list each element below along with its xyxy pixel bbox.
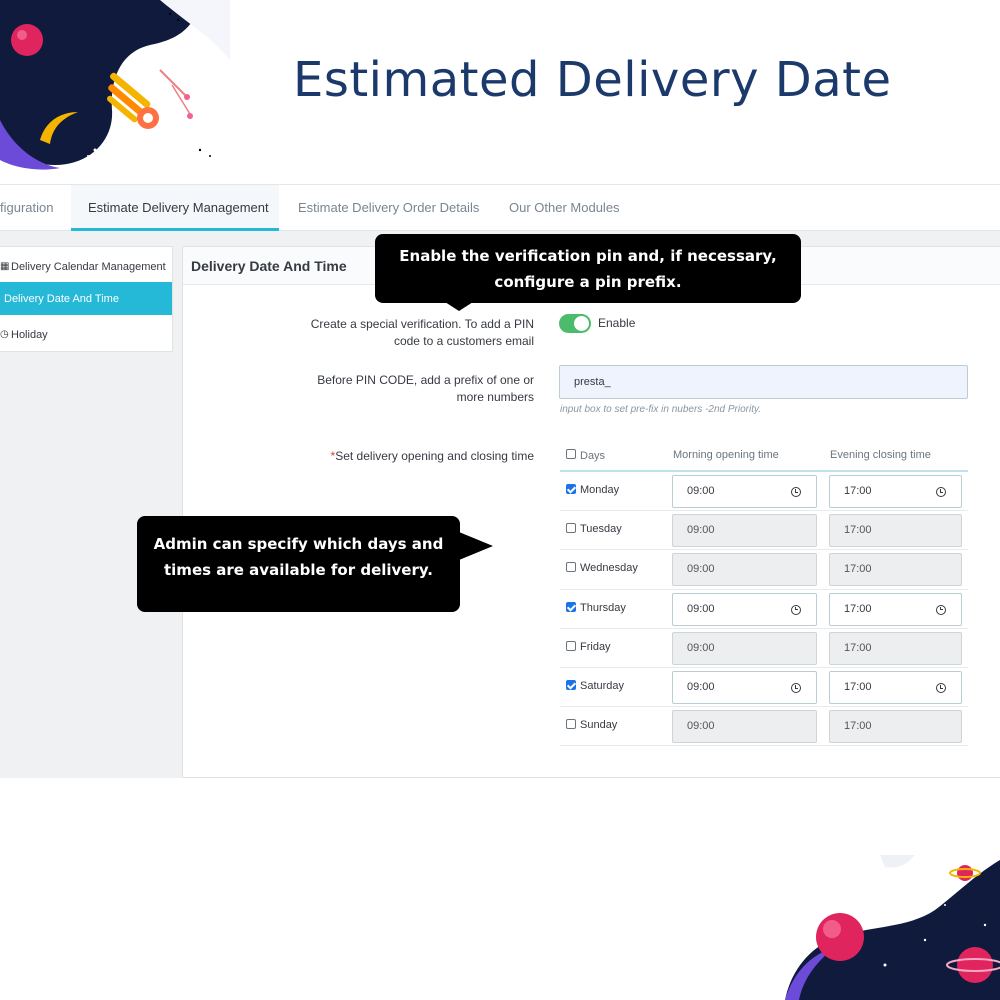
row-divider [560, 510, 968, 512]
time-value: 09:00 [687, 681, 715, 693]
header-divider [560, 470, 968, 472]
clock-icon: ◷ [0, 329, 9, 340]
row-divider [560, 549, 968, 551]
calendar-icon: ▦ [0, 261, 10, 272]
clock-icon[interactable] [791, 683, 801, 693]
evening-time-input-saturday[interactable]: 17:00 [829, 671, 962, 704]
verification-toggle[interactable] [559, 314, 591, 333]
space-illustration-bottom [785, 855, 1000, 1000]
evening-time-input-wednesday[interactable]: 17:00 [829, 553, 962, 587]
menu-item-holiday[interactable]: ◷ Holiday [0, 318, 172, 351]
morning-time-input-friday[interactable]: 09:00 [672, 631, 817, 665]
panel-title: Delivery Date And Time [191, 258, 347, 274]
clock-icon[interactable] [936, 604, 946, 615]
day-label: Friday [580, 640, 611, 653]
day-checkbox-thursday[interactable] [566, 601, 576, 612]
clock-icon[interactable] [936, 487, 946, 497]
time-value: 17:00 [844, 720, 872, 733]
day-checkbox-saturday[interactable] [566, 680, 576, 690]
morning-time-input-wednesday[interactable]: 09:00 [672, 553, 817, 587]
page-title: Estimated Delivery Date [293, 52, 892, 108]
day-label: Saturday [580, 680, 625, 692]
prefix-label-line1: Before PIN CODE, add a prefix of one or [317, 373, 534, 387]
time-value: 17:00 [844, 681, 872, 693]
days-callout: Admin can specify which days and times a… [137, 516, 460, 612]
toggle-label: Enable [598, 316, 636, 330]
evening-time-input-tuesday[interactable]: 17:00 [829, 514, 962, 548]
evening-time-input-friday[interactable]: 17:00 [829, 631, 962, 665]
pin-callout: Enable the verification pin and, if nece… [375, 234, 801, 303]
pin-callout-line1: Enable the verification pin and, if nece… [399, 247, 777, 265]
days-callout-tail [459, 532, 493, 560]
tab-estimate-delivery-order-details[interactable]: Estimate Delivery Order Details [298, 185, 479, 231]
menu-item-label: Delivery Calendar Management [11, 260, 166, 273]
clock-icon[interactable] [936, 683, 946, 693]
prefix-label: Before PIN CODE, add a prefix of one or … [240, 372, 534, 406]
time-value: 09:00 [687, 485, 715, 497]
verification-label-line2: code to a customers email [393, 334, 534, 348]
evening-time-input-monday[interactable]: 17:00 [829, 475, 962, 508]
verification-label-line1: Create a special verification. To add a … [310, 317, 534, 331]
tab-configuration[interactable]: figuration [0, 185, 70, 231]
verification-label: Create a special verification. To add a … [240, 316, 534, 350]
tab-our-other-modules[interactable]: Our Other Modules [509, 185, 620, 231]
row-divider [560, 667, 968, 668]
column-header-morning: Morning opening time [673, 449, 779, 461]
pin-prefix-input[interactable] [559, 365, 968, 399]
morning-time-input-saturday[interactable]: 09:00 [672, 671, 817, 704]
day-label: Thursday [580, 601, 626, 614]
time-value: 09:00 [687, 563, 715, 576]
day-checkbox-tuesday[interactable] [566, 523, 576, 534]
time-value: 09:00 [687, 720, 715, 733]
day-label: Tuesday [580, 523, 622, 536]
time-value: 17:00 [844, 524, 872, 537]
day-checkbox-wednesday[interactable] [566, 562, 576, 573]
time-value: 17:00 [844, 485, 872, 497]
column-header-days: Days [580, 450, 606, 462]
time-value: 17:00 [844, 641, 872, 654]
pin-callout-tail [445, 302, 473, 311]
day-checkbox-monday[interactable] [566, 484, 576, 494]
day-checkbox-friday[interactable] [566, 640, 576, 651]
pin-callout-line2: configure a pin prefix. [494, 273, 682, 291]
menu-item-label: Holiday [11, 328, 48, 341]
menu-item-label: Delivery Date And Time [4, 292, 119, 305]
time-value: 09:00 [687, 602, 715, 615]
day-label: Wednesday [580, 562, 638, 575]
morning-time-input-thursday[interactable]: 09:00 [672, 592, 817, 626]
menu-item-delivery-calendar-management[interactable]: ▦ Delivery Calendar Management [0, 250, 172, 283]
prefix-help-text: input box to set pre-fix in nubers -2nd … [560, 404, 762, 415]
morning-time-input-tuesday[interactable]: 09:00 [672, 514, 817, 548]
column-header-evening: Evening closing time [830, 449, 931, 461]
tab-bar: figuration Estimate Delivery Management … [0, 184, 1000, 231]
days-callout-line1: Admin can specify which days and [153, 535, 444, 553]
evening-time-input-thursday[interactable]: 17:00 [829, 592, 962, 626]
row-divider [560, 745, 968, 747]
time-value: 09:00 [687, 641, 715, 654]
row-divider [560, 627, 968, 629]
row-divider [560, 588, 968, 590]
tab-estimate-delivery-management[interactable]: Estimate Delivery Management [71, 185, 279, 231]
left-menu: ▦ Delivery Calendar Management Delivery … [0, 246, 173, 352]
days-callout-line2: times are available for delivery. [164, 561, 433, 579]
row-divider [560, 706, 968, 708]
toggle-knob [574, 316, 589, 331]
day-label: Monday [580, 484, 620, 496]
schedule-label: *Set delivery opening and closing time [240, 448, 534, 465]
select-all-days-checkbox[interactable] [566, 449, 576, 459]
morning-time-input-monday[interactable]: 09:00 [672, 475, 817, 508]
time-value: 17:00 [844, 602, 872, 615]
clock-icon[interactable] [791, 487, 801, 497]
space-illustration-top [0, 0, 230, 170]
schedule-label-text: Set delivery opening and closing time [335, 449, 534, 463]
evening-time-input-sunday[interactable]: 17:00 [829, 710, 962, 744]
time-value: 17:00 [844, 563, 872, 576]
prefix-label-line2: more numbers [456, 390, 534, 404]
day-label: Sunday [580, 719, 618, 732]
menu-item-delivery-date-and-time[interactable]: Delivery Date And Time [0, 282, 172, 315]
clock-icon[interactable] [791, 604, 801, 615]
time-value: 09:00 [687, 524, 715, 537]
day-checkbox-sunday[interactable] [566, 719, 576, 730]
morning-time-input-sunday[interactable]: 09:00 [672, 710, 817, 744]
